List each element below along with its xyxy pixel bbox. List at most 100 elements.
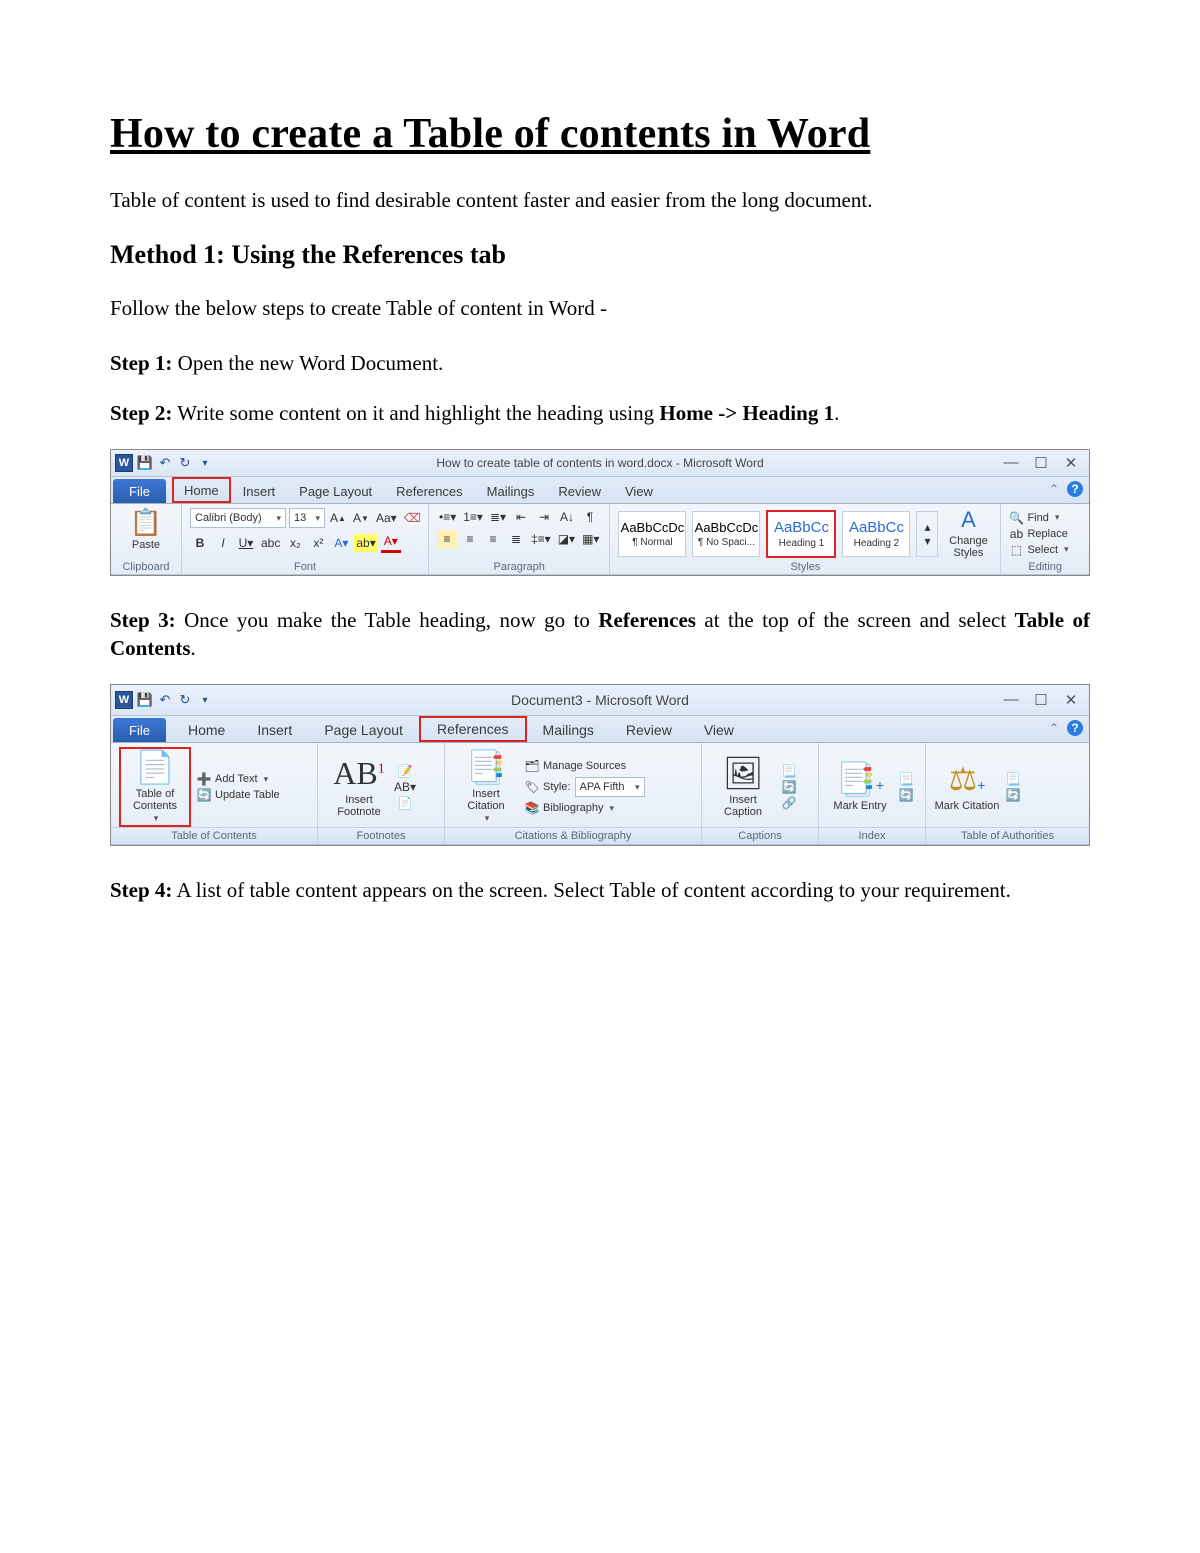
align-left-icon[interactable]: ≡: [437, 530, 457, 548]
tab-page-layout[interactable]: Page Layout: [308, 718, 419, 742]
tab-home[interactable]: Home: [172, 477, 231, 503]
tab-home[interactable]: Home: [172, 718, 241, 742]
bullets-icon[interactable]: •≡▾: [437, 508, 458, 526]
tab-references[interactable]: References: [419, 716, 527, 742]
manage-sources-button[interactable]: 🗂Manage Sources: [525, 759, 645, 773]
update-toa-icon[interactable]: 🔄: [1006, 788, 1020, 802]
step-2-text: Write some content on it and highlight t…: [172, 401, 659, 425]
highlight-icon[interactable]: ab▾: [354, 534, 377, 552]
citation-icon: 📑: [466, 750, 506, 785]
italic-button[interactable]: I: [213, 534, 233, 552]
show-notes-icon[interactable]: 📄: [398, 796, 412, 810]
qat-more-icon[interactable]: ▾: [197, 692, 213, 708]
mark-entry-button[interactable]: 📑+ Mark Entry: [827, 762, 893, 811]
add-text-button[interactable]: ➕Add Text▾: [197, 772, 280, 786]
select-button[interactable]: ⬚Select▾: [1009, 543, 1068, 557]
show-marks-icon[interactable]: ¶: [580, 508, 600, 526]
close-icon[interactable]: ✕: [1063, 454, 1079, 472]
font-name-combo[interactable]: Calibri (Body)▾: [190, 508, 286, 528]
redo-icon[interactable]: ↻: [177, 692, 193, 708]
insert-footnote-button[interactable]: AB1 Insert Footnote: [326, 756, 392, 817]
tab-page-layout[interactable]: Page Layout: [287, 479, 384, 503]
shrink-font-icon[interactable]: A▼: [351, 509, 371, 527]
redo-icon[interactable]: ↻: [177, 455, 193, 471]
paste-button[interactable]: 📋 Paste: [119, 508, 173, 551]
subscript-button[interactable]: x₂: [285, 534, 305, 552]
help-icon[interactable]: ?: [1067, 481, 1083, 497]
style-heading-1[interactable]: AaBbC​c Heading 1: [766, 510, 836, 558]
change-case-icon[interactable]: Aa▾: [374, 509, 399, 527]
maximize-icon[interactable]: ☐: [1033, 691, 1049, 709]
tab-insert[interactable]: Insert: [231, 479, 288, 503]
bibliography-button[interactable]: 📚Bibliography▾: [525, 801, 645, 815]
tab-mailings[interactable]: Mailings: [475, 479, 547, 503]
help-icon[interactable]: ?: [1067, 720, 1083, 736]
tab-review[interactable]: Review: [546, 479, 613, 503]
insert-endnote-icon[interactable]: 📝: [398, 764, 412, 778]
replace-button[interactable]: abReplace: [1009, 527, 1068, 541]
screenshot-home-ribbon: W 💾 ↶ ↻ ▾ How to create table of content…: [110, 449, 1090, 575]
superscript-button[interactable]: x²: [308, 534, 328, 552]
font-size-combo[interactable]: 13▾: [289, 508, 325, 528]
save-icon[interactable]: 💾: [137, 455, 153, 471]
bold-button[interactable]: B: [190, 534, 210, 552]
change-styles-button[interactable]: A Change Styles: [944, 508, 992, 558]
qat-more-icon[interactable]: ▾: [197, 455, 213, 471]
collapse-ribbon-icon[interactable]: ⌃: [1049, 721, 1059, 735]
grow-font-icon[interactable]: A▲: [328, 509, 348, 527]
save-icon[interactable]: 💾: [137, 692, 153, 708]
tab-references[interactable]: References: [384, 479, 474, 503]
outdent-icon[interactable]: ⇤: [511, 508, 531, 526]
citation-style-combo[interactable]: APA Fift​h▾: [575, 777, 645, 797]
underline-button[interactable]: U▾: [236, 534, 256, 552]
manage-sources-icon: 🗂: [525, 759, 539, 773]
mark-citation-button[interactable]: ⚖+ Mark Citation: [934, 762, 1000, 811]
line-spacing-icon[interactable]: ‡≡▾: [529, 530, 553, 548]
find-button[interactable]: 🔍Find▾: [1009, 511, 1068, 525]
ribbon-body: 📄 Table of Contents▾ ➕Add Text▾ 🔄Update …: [111, 743, 1089, 844]
font-color-icon[interactable]: A▾: [381, 532, 401, 553]
collapse-ribbon-icon[interactable]: ⌃: [1049, 482, 1059, 496]
next-footnote-icon[interactable]: AB▾: [398, 780, 412, 794]
style-normal[interactable]: AaBbCcDc ¶ Normal: [618, 511, 686, 557]
tab-insert[interactable]: Insert: [241, 718, 308, 742]
update-table-button[interactable]: 🔄Update Table: [197, 788, 280, 802]
insert-toa-icon[interactable]: 📃: [1006, 772, 1020, 786]
toc-button[interactable]: 📄 Table of Contents▾: [122, 750, 188, 823]
file-tab[interactable]: File: [113, 718, 166, 742]
insert-citation-button[interactable]: 📑 Insert Citation▾: [453, 750, 519, 823]
tab-mailings[interactable]: Mailings: [527, 718, 610, 742]
update-index-icon[interactable]: 🔄: [899, 788, 913, 802]
update-tof-icon[interactable]: 🔄: [782, 780, 796, 794]
undo-icon[interactable]: ↶: [157, 455, 173, 471]
tab-view[interactable]: View: [688, 718, 750, 742]
multilevel-icon[interactable]: ≣▾: [488, 508, 508, 526]
maximize-icon[interactable]: ☐: [1033, 454, 1049, 472]
numbering-icon[interactable]: 1≡▾: [461, 508, 485, 526]
window-controls: — ☐ ✕: [1003, 691, 1085, 709]
file-tab[interactable]: File: [113, 479, 166, 503]
borders-icon[interactable]: ▦▾: [580, 530, 601, 548]
undo-icon[interactable]: ↶: [157, 692, 173, 708]
cross-ref-icon[interactable]: 🔗: [782, 796, 796, 810]
indent-icon[interactable]: ⇥: [534, 508, 554, 526]
shading-icon[interactable]: ◪▾: [556, 530, 577, 548]
styles-gallery-more-icon[interactable]: ▴▾: [916, 511, 938, 557]
clear-format-icon[interactable]: ⌫: [402, 509, 423, 527]
tab-review[interactable]: Review: [610, 718, 688, 742]
sort-icon[interactable]: A↓: [557, 508, 577, 526]
tab-view[interactable]: View: [613, 479, 665, 503]
close-icon[interactable]: ✕: [1063, 691, 1079, 709]
text-effects-icon[interactable]: A▾: [331, 534, 351, 552]
insert-caption-button[interactable]: 🖼 Insert Caption: [710, 756, 776, 817]
minimize-icon[interactable]: —: [1003, 454, 1019, 472]
insert-index-icon[interactable]: 📃: [899, 772, 913, 786]
insert-tof-icon[interactable]: 📃: [782, 764, 796, 778]
style-heading-2[interactable]: AaBbCc Heading 2: [842, 511, 910, 557]
align-center-icon[interactable]: ≡: [460, 530, 480, 548]
align-right-icon[interactable]: ≡: [483, 530, 503, 548]
style-no-spacing[interactable]: AaBbCcDc ¶ No Spaci...: [692, 511, 760, 557]
strike-button[interactable]: abc: [259, 534, 282, 552]
minimize-icon[interactable]: —: [1003, 691, 1019, 709]
justify-icon[interactable]: ≣: [506, 530, 526, 548]
